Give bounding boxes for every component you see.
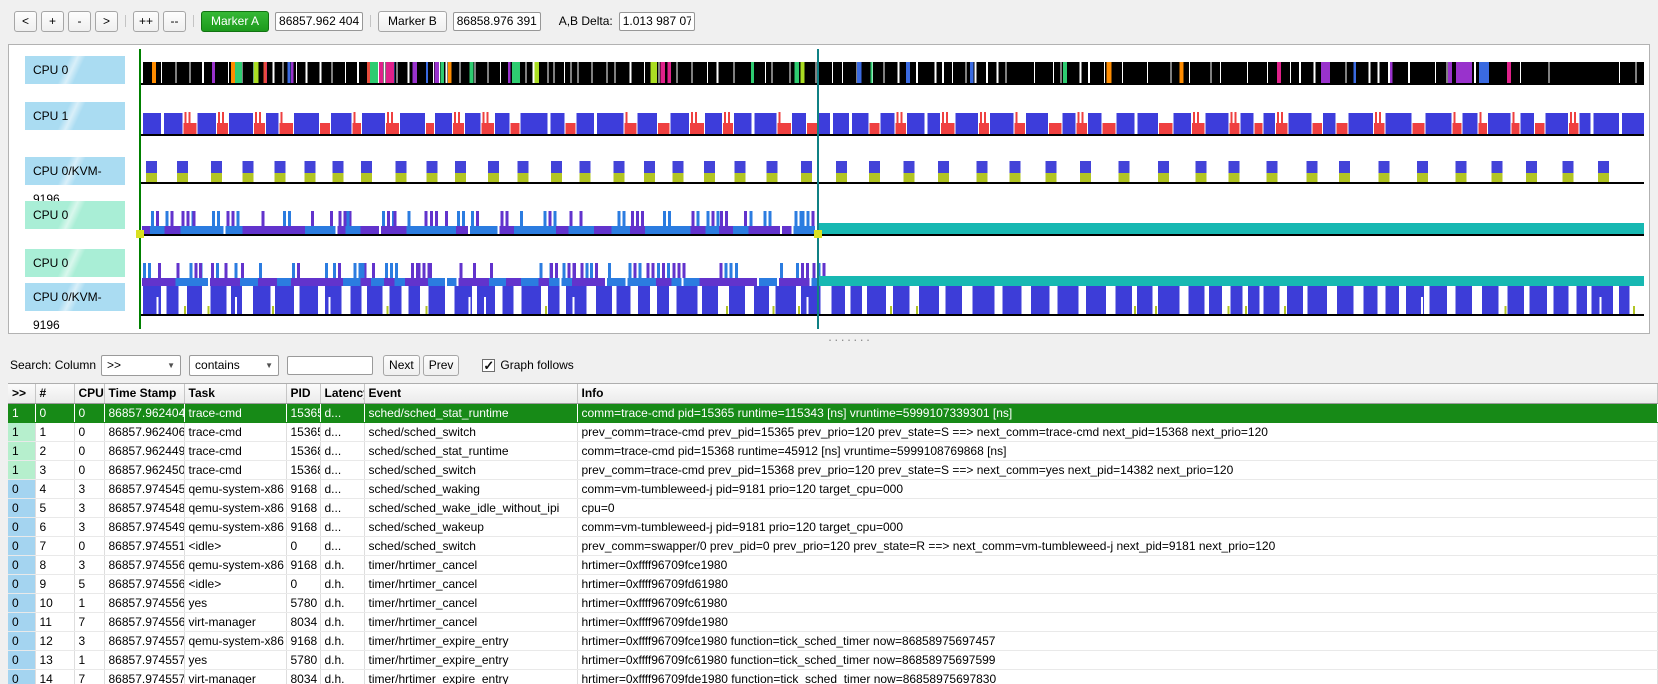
graph-follows-checkbox[interactable] [482,359,495,372]
search-prev-button[interactable]: Prev [423,355,460,376]
table-row[interactable]: 011786857.974556virt-manager8034d.h.time… [8,612,1658,631]
column-header[interactable]: Info [577,384,1658,403]
zoom-out-button[interactable]: - [68,11,91,32]
graph-panel: CPU 0 CPU 1 CPU 0/KVM-9196 CPU 0 CPU 0 CPU 0/… [8,44,1650,334]
toolbar-separator [370,15,371,27]
delta-value-input[interactable] [619,12,695,31]
table-row[interactable]: 013186857.974557yes5780d.h.timer/hrtimer… [8,650,1658,669]
chevron-down-icon: ▼ [265,361,273,370]
table-row[interactable]: 08386857.974556qemu-system-x869168d.h.ti… [8,555,1658,574]
table-row[interactable]: 13086857.962450trace-cmd15368d...sched/s… [8,460,1658,479]
column-header[interactable]: PID [286,384,320,403]
search-next-button[interactable]: Next [383,355,420,376]
lane-label[interactable]: CPU 0 [25,56,125,84]
table-row[interactable]: 12086857.962449trace-cmd15368d...sched/s… [8,441,1658,460]
search-match-value: contains [195,358,240,372]
kernelshark-window: { "toolbar": { "nav_buttons": ["<", "+",… [0,0,1658,684]
timeline-canvas[interactable] [9,45,1647,331]
scroll-right-button[interactable]: > [95,11,118,32]
table-row[interactable]: 10086857.962404trace-cmd15365d...sched/s… [8,403,1658,422]
lane-label[interactable]: CPU 1 [25,102,125,130]
event-table: >>#CPUTime StampTaskPIDLatencyEventInfo … [8,384,1658,684]
table-row[interactable]: 012386857.974557qemu-system-x869168d.h.t… [8,631,1658,650]
column-header[interactable]: # [35,384,74,403]
search-column-select[interactable]: >> ▼ [101,355,181,376]
lane-label[interactable]: CPU 0 [25,249,125,277]
lane-label[interactable]: CPU 0/KVM-9196 [25,157,125,185]
splitter-handle[interactable]: ······· [820,334,880,346]
lane-label[interactable]: CPU 0/KVM-9196 [25,283,125,311]
search-label: Search: Column [10,358,96,372]
delta-label: A,B Delta: [559,14,613,28]
column-header[interactable]: Latency [320,384,364,403]
search-bar: Search: Column >> ▼ contains ▼ Next Prev… [10,352,574,378]
column-header[interactable]: Time Stamp [104,384,184,403]
marker-b-button[interactable]: Marker B [378,11,447,32]
marker-a-button[interactable]: Marker A [201,11,269,32]
lane-label[interactable]: CPU 0 [25,201,125,229]
search-input[interactable] [287,356,373,375]
chevron-down-icon: ▼ [167,361,175,370]
marker-a-value-input[interactable] [275,12,363,31]
zoom-in-button[interactable]: + [41,11,64,32]
marker-b-value-input[interactable] [453,12,541,31]
table-row[interactable]: 11086857.962406trace-cmd15365d...sched/s… [8,422,1658,441]
table-row[interactable]: 05386857.974548qemu-system-x869168d...sc… [8,498,1658,517]
toolbar-separator [125,15,126,27]
table-row[interactable]: 09586857.974556<idle>0d.h.timer/hrtimer_… [8,574,1658,593]
event-table-header-row: >>#CPUTime StampTaskPIDLatencyEventInfo [8,384,1658,403]
event-table-container: >>#CPUTime StampTaskPIDLatencyEventInfo … [8,383,1658,684]
column-header[interactable]: Task [184,384,286,403]
table-row[interactable]: 04386857.974545qemu-system-x869168d...sc… [8,479,1658,498]
toolbar: < + - > ++ -- Marker A Marker B A,B Delt… [0,0,1658,42]
zoom-out-fast-button[interactable]: -- [163,11,186,32]
table-row[interactable]: 07086857.974551<idle>0d...sched/sched_sw… [8,536,1658,555]
table-row[interactable]: 06386857.974549qemu-system-x869168d...sc… [8,517,1658,536]
search-match-select[interactable]: contains ▼ [189,355,279,376]
zoom-in-fast-button[interactable]: ++ [133,11,159,32]
table-row[interactable]: 010186857.974556yes5780d.h.timer/hrtimer… [8,593,1658,612]
table-row[interactable]: 014786857.974557virt-manager8034d.h.time… [8,669,1658,684]
graph-follows-label: Graph follows [500,358,573,372]
column-header[interactable]: Event [364,384,577,403]
scroll-left-button[interactable]: < [14,11,37,32]
search-column-value: >> [107,358,121,372]
column-header[interactable]: CPU [74,384,104,403]
column-header[interactable]: >> [8,384,35,403]
event-table-body: 10086857.962404trace-cmd15365d...sched/s… [8,403,1658,684]
toolbar-separator [193,15,194,27]
